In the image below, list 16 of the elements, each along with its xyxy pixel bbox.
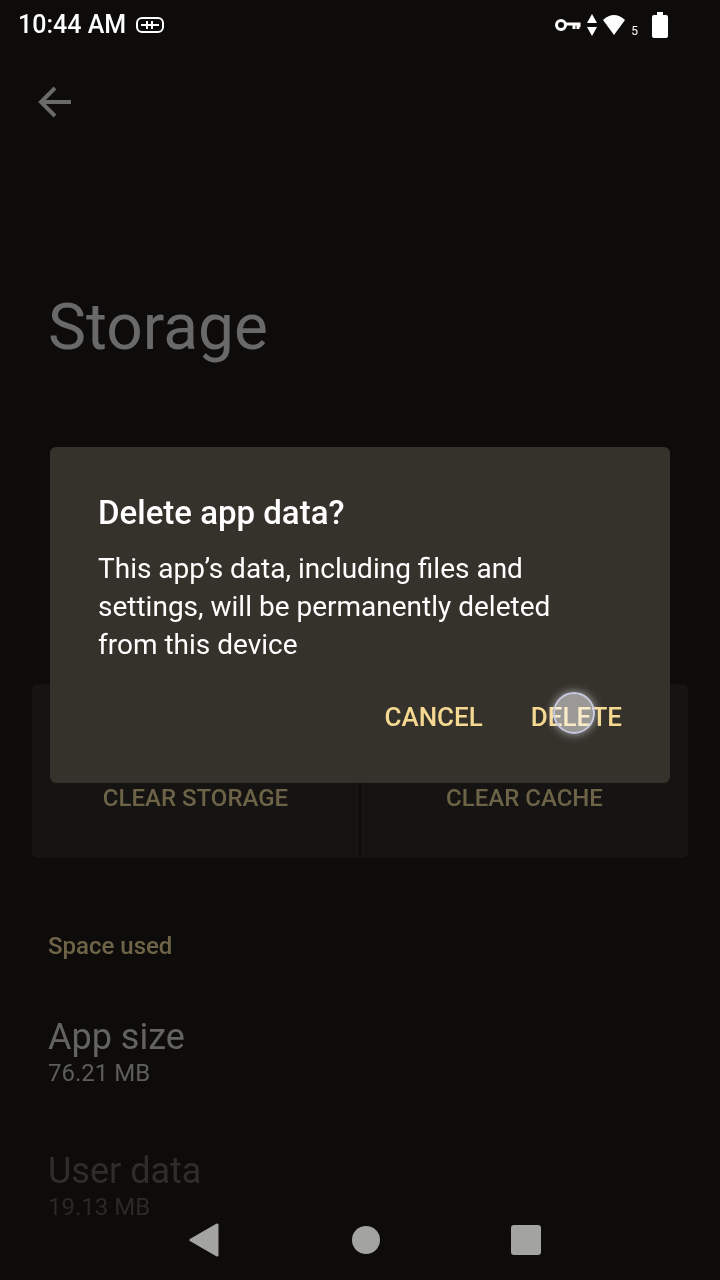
plug-icon [136,17,165,33]
wifi-generation-label: 5 [631,25,638,37]
dialog-message: This app’s data, including files and settings, will be permanently deleted from this device [98,551,552,663]
data-arrows-icon [587,14,598,36]
battery-icon [652,12,668,38]
back-icon[interactable] [189,1223,221,1257]
dialog-title: Delete app data? [98,492,346,534]
status-time: 10:44 AM [18,9,127,42]
item-value: 76.21 MB [48,1058,151,1088]
key-icon [555,18,582,32]
section-header: Space used [48,931,173,962]
item-title: App size [48,1016,185,1058]
home-icon[interactable] [351,1225,381,1255]
back-arrow-icon[interactable] [38,84,74,120]
dialog-button[interactable]: CANCEL [384,692,483,743]
page-title: Storage [48,290,268,366]
